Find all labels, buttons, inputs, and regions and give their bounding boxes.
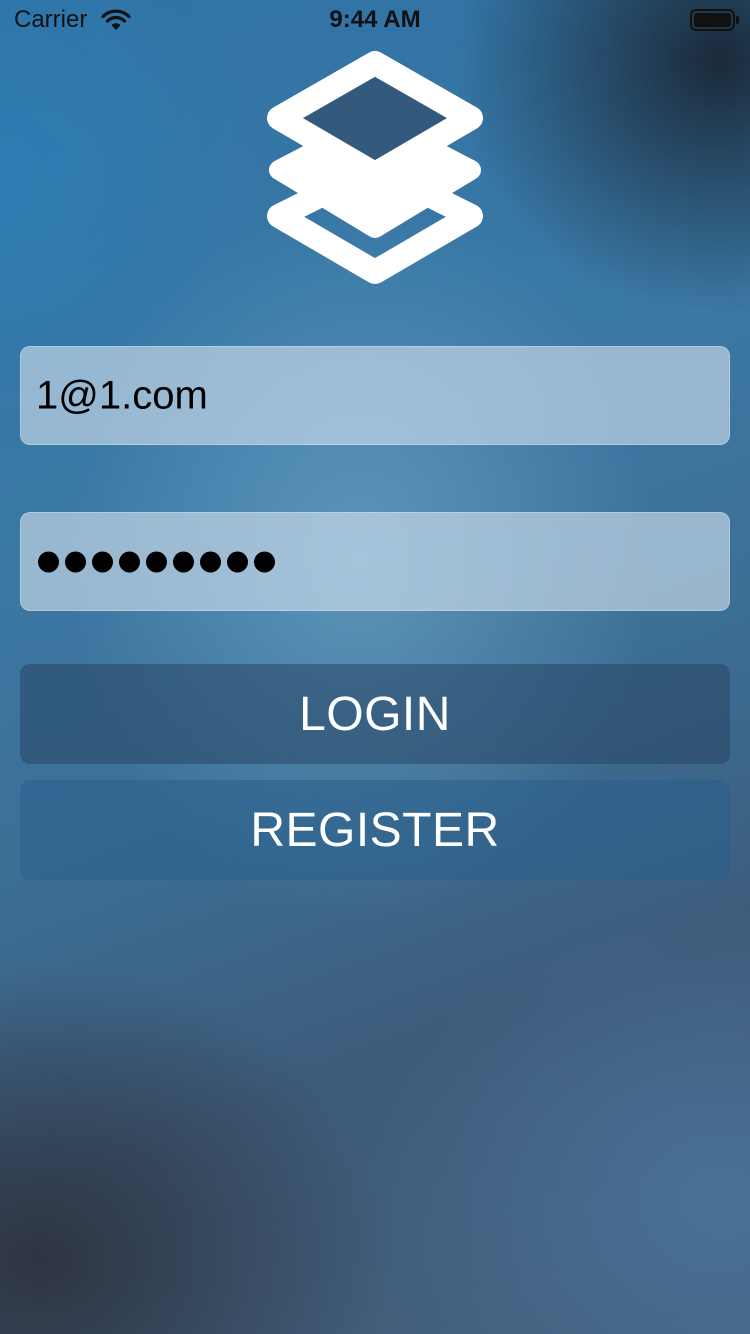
password-dot [173, 551, 194, 572]
register-button-label: REGISTER [250, 803, 500, 857]
login-button[interactable]: LOGIN [20, 664, 730, 764]
battery-icon [690, 9, 739, 31]
password-dot [227, 551, 248, 572]
password-dot [254, 551, 275, 572]
status-bar: Carrier 9:44 AM [0, 0, 750, 40]
password-dot [200, 551, 221, 572]
layers-icon [267, 51, 483, 284]
password-mask [38, 551, 275, 572]
password-dot [146, 551, 167, 572]
login-button-label: LOGIN [299, 687, 451, 741]
password-dot [38, 551, 59, 572]
password-dot [65, 551, 86, 572]
password-field[interactable] [20, 512, 730, 611]
email-value: 1@1.com [36, 373, 208, 417]
password-dot [119, 551, 140, 572]
email-field[interactable]: 1@1.com [20, 346, 730, 445]
register-button[interactable]: REGISTER [20, 780, 730, 880]
status-time: 9:44 AM [329, 6, 421, 33]
login-screen: Carrier 9:44 AM 1@1.com LOGIN REGISTER [0, 0, 750, 1334]
password-dot [92, 551, 113, 572]
